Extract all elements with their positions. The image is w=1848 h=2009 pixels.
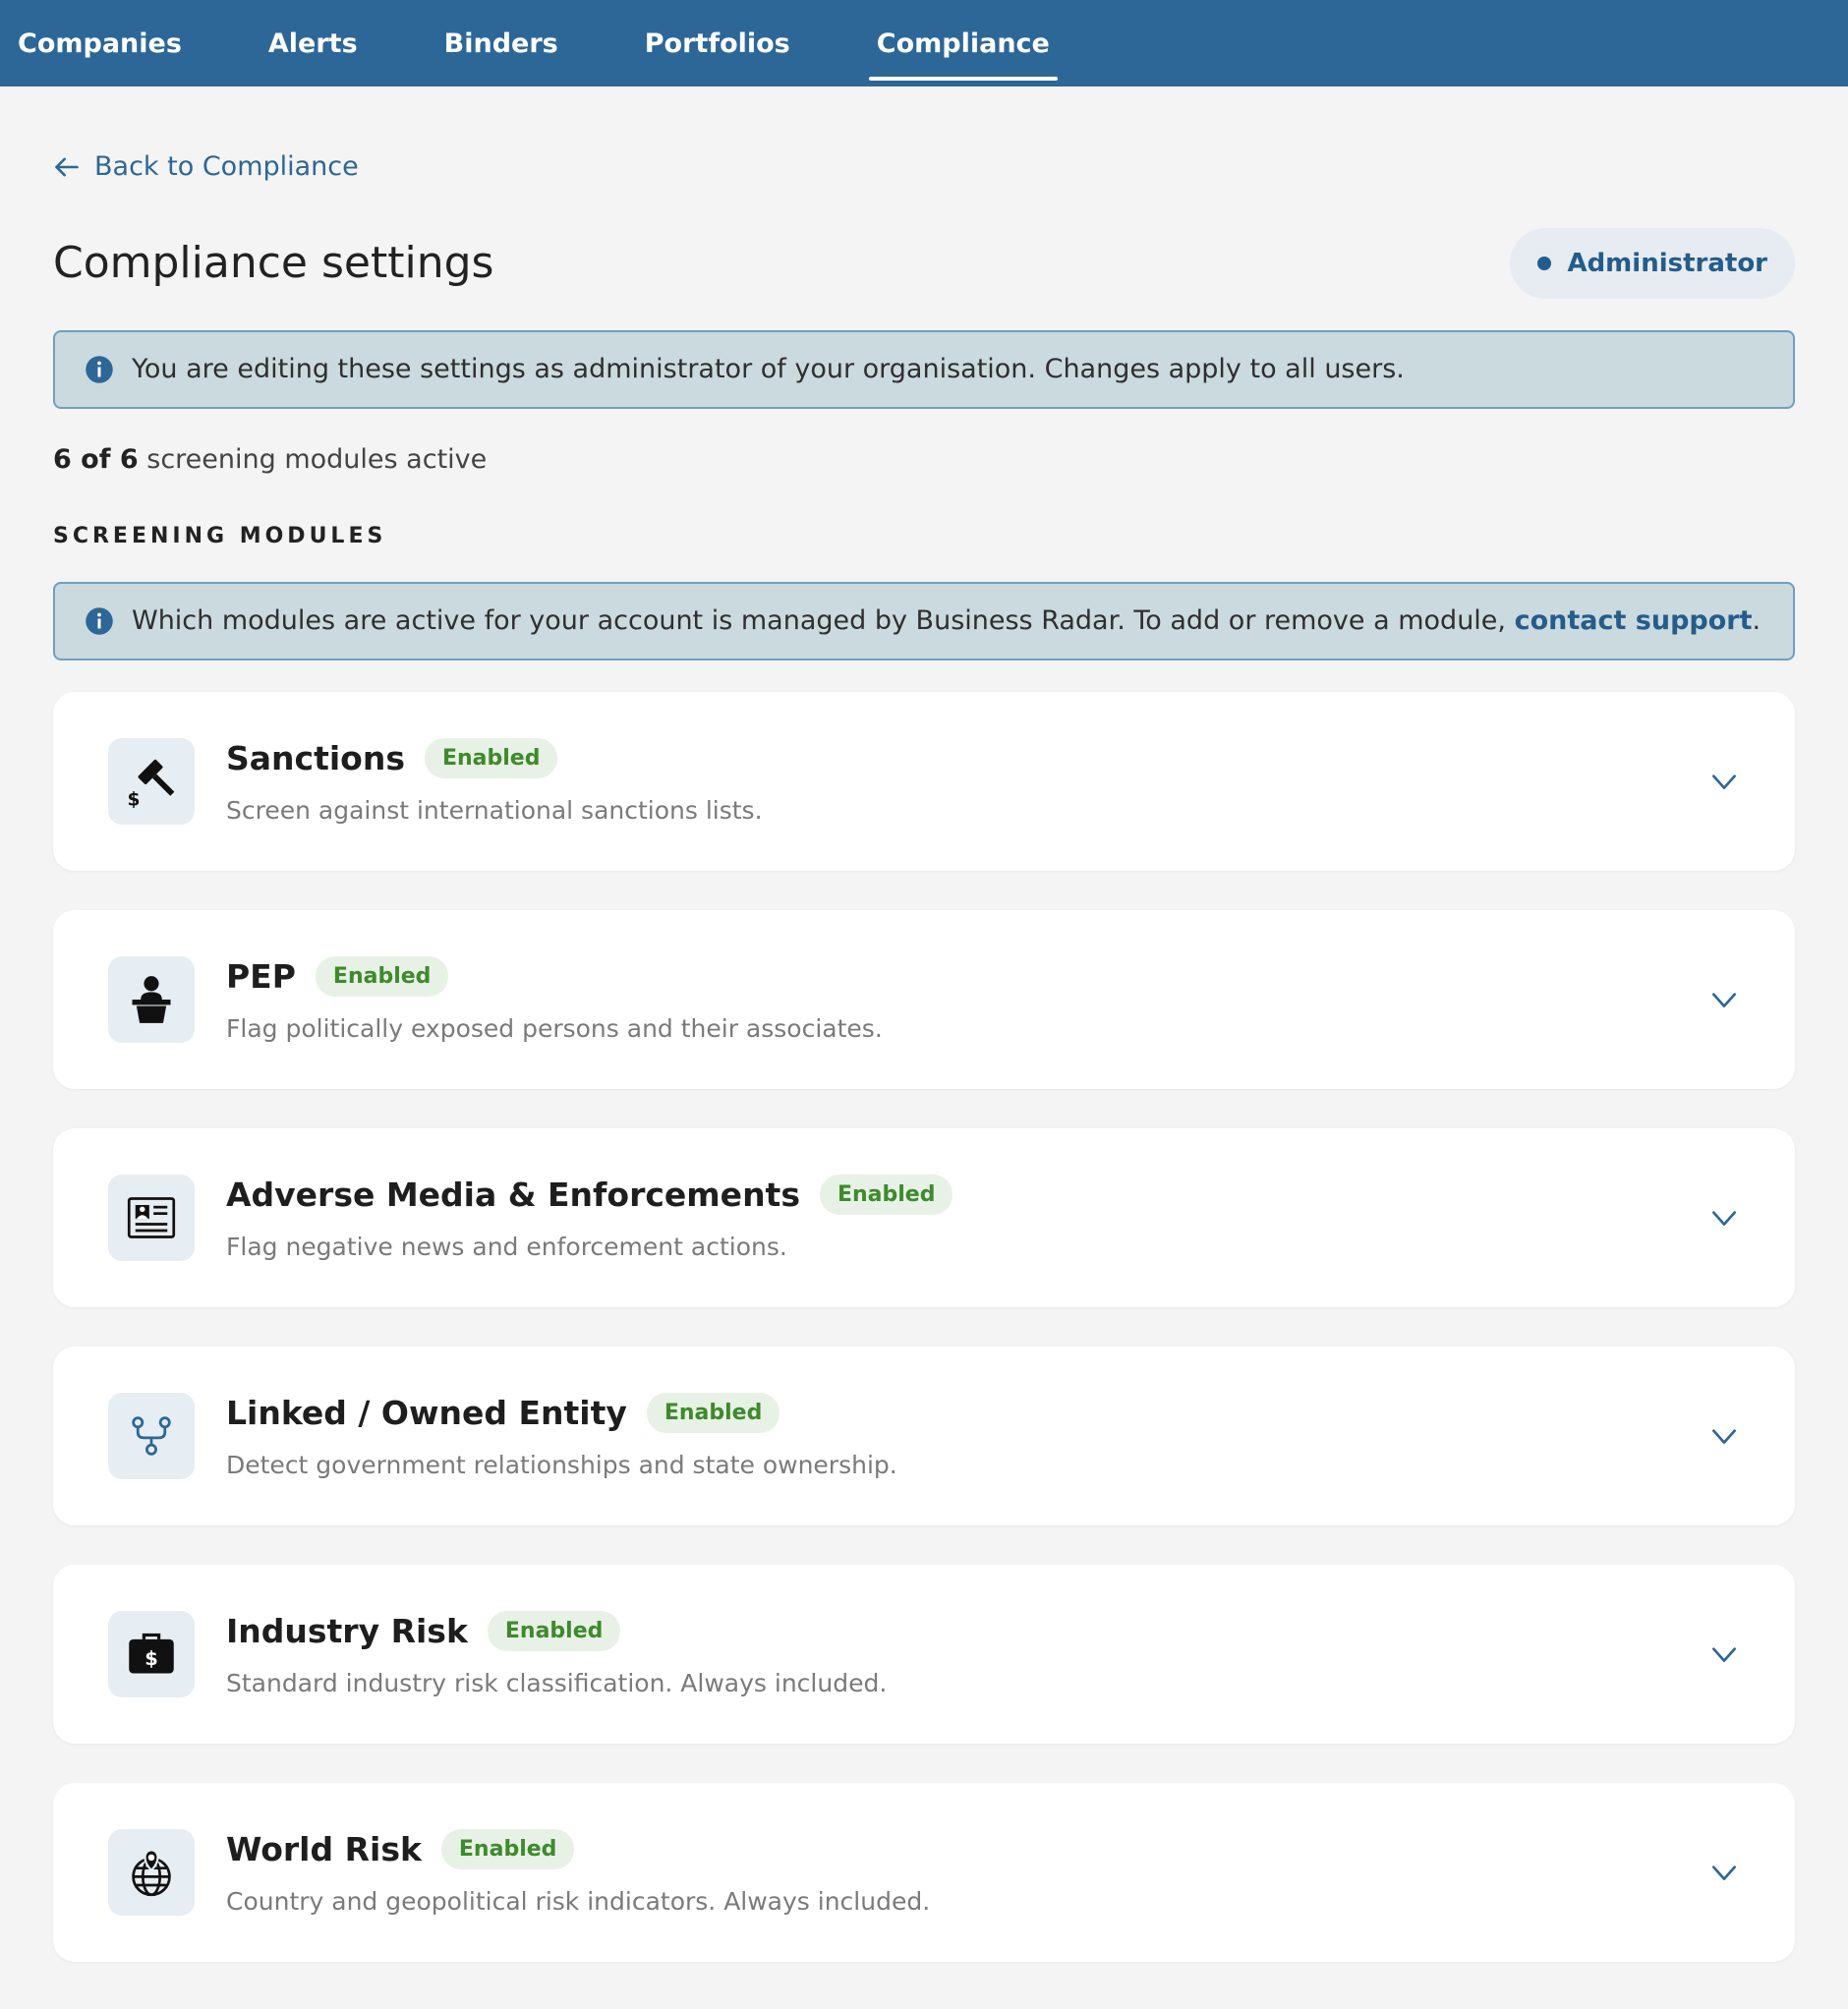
module-text: Industry Risk Enabled Standard industry …	[226, 1610, 1708, 1697]
module-head: Linked / Owned Entity Enabled	[226, 1392, 1708, 1433]
active-count-label: screening modules active	[138, 443, 488, 475]
section-heading: SCREENING MODULES	[53, 523, 387, 548]
module-name: Adverse Media & Enforcements	[226, 1175, 800, 1214]
module-card-industry-risk[interactable]: $ Industry Risk Enabled Standard industr…	[53, 1564, 1795, 1744]
role-label: Administrator	[1567, 248, 1767, 278]
status-badge: Enabled	[424, 737, 558, 778]
active-modules-summary: 6 of 6 screening modules active	[53, 444, 1795, 475]
module-icon-tile	[108, 955, 195, 1043]
title-row: Compliance settings Administrator	[53, 227, 1795, 299]
module-card-pep[interactable]: PEP Enabled Flag politically exposed per…	[53, 909, 1795, 1089]
module-card-adverse-media[interactable]: Adverse Media & Enforcements Enabled Fla…	[53, 1127, 1795, 1307]
module-head: Industry Risk Enabled	[226, 1610, 1708, 1651]
role-badge: Administrator	[1510, 227, 1795, 299]
module-card-world-risk[interactable]: World Risk Enabled Country and geopoliti…	[53, 1782, 1795, 1962]
chevron-down-icon[interactable]	[1708, 766, 1740, 797]
svg-text:$: $	[144, 1646, 158, 1669]
back-link-label: Back to Compliance	[94, 151, 359, 182]
module-head: World Risk Enabled	[226, 1828, 1708, 1869]
tab-binders[interactable]: Binders	[436, 0, 566, 86]
status-badge: Enabled	[440, 1828, 575, 1869]
module-description: Flag politically exposed persons and the…	[226, 1013, 883, 1043]
gavel-dollar-icon: $	[128, 759, 175, 809]
module-head: Sanctions Enabled	[226, 737, 1708, 778]
chevron-down-icon[interactable]	[1708, 1420, 1740, 1452]
tab-compliance[interactable]: Compliance	[868, 0, 1058, 86]
status-badge: Enabled	[646, 1392, 780, 1433]
back-to-compliance-link[interactable]: Back to Compliance	[53, 151, 359, 182]
contact-support-link[interactable]: contact support	[1515, 605, 1753, 636]
module-text: Sanctions Enabled Screen against interna…	[226, 737, 1708, 825]
briefcase-dollar-icon: $	[129, 1633, 174, 1673]
chevron-down-icon[interactable]	[1708, 984, 1740, 1015]
module-name: Linked / Owned Entity	[226, 1393, 627, 1432]
module-description: Screen against international sanctions l…	[226, 795, 763, 825]
module-icon-tile	[108, 1174, 195, 1261]
module-text: Adverse Media & Enforcements Enabled Fla…	[226, 1174, 1708, 1261]
module-text: World Risk Enabled Country and geopoliti…	[226, 1828, 1708, 1916]
module-name: Sanctions	[226, 738, 405, 777]
module-card-linked-owned-entity[interactable]: Linked / Owned Entity Enabled Detect gov…	[53, 1346, 1795, 1525]
person-podium-icon	[132, 975, 171, 1023]
module-description: Flag negative news and enforcement actio…	[226, 1232, 787, 1261]
tab-alerts[interactable]: Alerts	[260, 0, 366, 86]
module-description: Detect government relationships and stat…	[226, 1450, 897, 1479]
active-count-value: 6 of 6	[53, 443, 139, 475]
tab-portfolios[interactable]: Portfolios	[637, 0, 798, 86]
module-icon-tile	[108, 1828, 195, 1916]
module-name: PEP	[226, 956, 296, 996]
admin-notice: You are editing these settings as admini…	[53, 329, 1795, 409]
modules-notice-text: Which modules are active for your accoun…	[132, 605, 1761, 636]
globe-pin-icon	[132, 1848, 171, 1896]
module-description: Standard industry risk classification. A…	[226, 1668, 888, 1697]
module-icon-tile: $	[108, 737, 195, 825]
admin-notice-text: You are editing these settings as admini…	[132, 354, 1405, 384]
chevron-down-icon[interactable]	[1708, 1202, 1740, 1234]
module-icon-tile	[108, 1392, 195, 1479]
role-dot-icon	[1537, 256, 1552, 270]
main-content: Back to Compliance Compliance settings A…	[0, 86, 1848, 1962]
arrow-left-icon	[55, 157, 79, 176]
module-text: Linked / Owned Entity Enabled Detect gov…	[226, 1392, 1708, 1479]
module-icon-tile: $	[108, 1610, 195, 1697]
info-icon	[86, 355, 113, 383]
module-name: Industry Risk	[226, 1611, 468, 1650]
module-card-sanctions[interactable]: $ Sanctions Enabled Screen against inter…	[53, 691, 1795, 871]
modules-notice: Which modules are active for your accoun…	[53, 581, 1795, 660]
module-description: Country and geopolitical risk indicators…	[226, 1886, 931, 1916]
top-nav: Companies Alerts Binders Portfolios Comp…	[0, 0, 1848, 86]
status-badge: Enabled	[487, 1610, 621, 1651]
module-head: PEP Enabled	[226, 955, 1708, 997]
tab-companies[interactable]: Companies	[10, 0, 190, 86]
chevron-down-icon[interactable]	[1708, 1638, 1740, 1670]
status-badge: Enabled	[315, 955, 449, 997]
module-text: PEP Enabled Flag politically exposed per…	[226, 955, 1708, 1043]
newspaper-icon	[127, 1196, 176, 1238]
svg-text:$: $	[128, 789, 141, 809]
module-name: World Risk	[226, 1829, 422, 1868]
info-icon	[86, 606, 113, 635]
page-title: Compliance settings	[53, 238, 494, 288]
module-head: Adverse Media & Enforcements Enabled	[226, 1174, 1708, 1215]
network-fork-icon	[132, 1415, 171, 1456]
chevron-down-icon[interactable]	[1708, 1857, 1740, 1888]
status-badge: Enabled	[819, 1174, 953, 1215]
